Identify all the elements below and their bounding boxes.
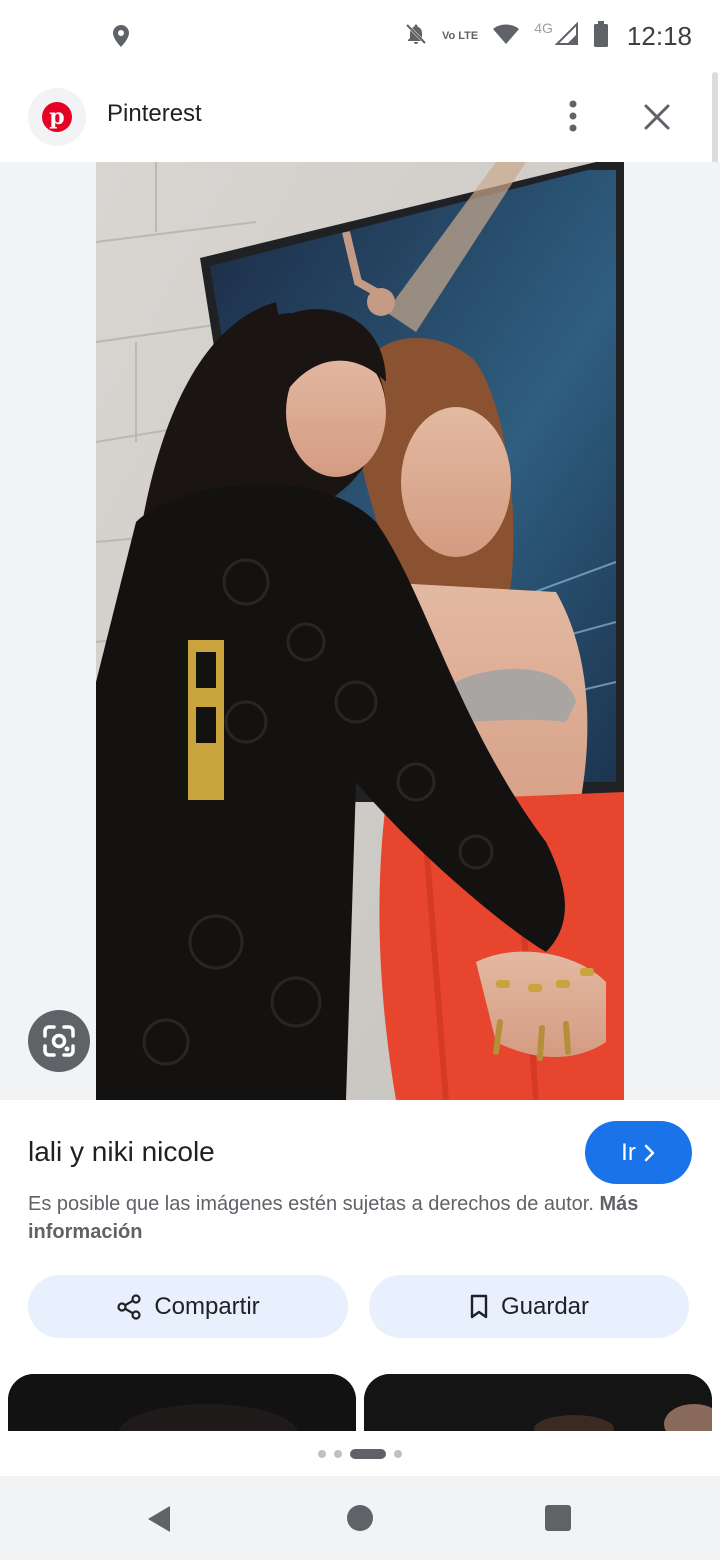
- save-label: Guardar: [500, 1292, 590, 1320]
- home-icon[interactable]: [347, 1505, 373, 1531]
- notifications-off-icon: [404, 22, 428, 51]
- google-lens-button[interactable]: [28, 1010, 90, 1072]
- related-image[interactable]: [8, 1374, 356, 1431]
- site-favicon[interactable]: p: [28, 88, 86, 146]
- site-name[interactable]: Pinterest: [107, 100, 202, 128]
- more-vertical-icon: [569, 100, 577, 132]
- status-bar: Vo LTE 4G 12:18: [0, 0, 720, 70]
- share-label: Compartir: [154, 1292, 260, 1320]
- share-icon: [117, 1293, 141, 1320]
- viewer-header: p Pinterest: [0, 70, 720, 162]
- pager-dot: [318, 1449, 326, 1458]
- battery-icon: [593, 20, 609, 52]
- pager-dot: [394, 1449, 402, 1458]
- visit-button[interactable]: Ir: [585, 1121, 692, 1184]
- visit-button-label: Ir: [621, 1138, 636, 1166]
- back-icon[interactable]: [146, 1504, 172, 1539]
- bookmark-icon: [470, 1294, 488, 1318]
- status-icons: Vo LTE 4G 12:18: [404, 20, 692, 52]
- pager-indicator: [0, 1431, 720, 1476]
- pager-dot-active: [350, 1448, 386, 1459]
- volte-indicator: Vo LTE: [441, 29, 479, 42]
- preview-photo[interactable]: [96, 162, 624, 1100]
- image-preview-area: [0, 162, 720, 1100]
- wifi-icon: [492, 22, 520, 51]
- related-image[interactable]: [364, 1374, 712, 1431]
- system-nav-bar: [0, 1476, 720, 1560]
- chevron-right-icon: [644, 1144, 655, 1161]
- signal-icon: [554, 21, 579, 51]
- share-button[interactable]: Compartir: [28, 1275, 348, 1338]
- google-lens-icon: [43, 1025, 75, 1057]
- network-type: 4G: [534, 20, 553, 36]
- copyright-text: Es posible que las imágenes estén sujeta…: [28, 1193, 594, 1215]
- save-button[interactable]: Guardar: [369, 1275, 689, 1338]
- close-icon: [644, 104, 670, 130]
- copyright-notice: Es posible que las imágenes estén sujeta…: [28, 1190, 692, 1246]
- more-options-button[interactable]: [556, 98, 590, 134]
- image-title: lali y niki nicole: [28, 1136, 215, 1167]
- pager-dot: [334, 1449, 342, 1458]
- clock: 12:18: [626, 20, 692, 51]
- location-icon: [110, 24, 132, 53]
- close-button[interactable]: [636, 96, 678, 138]
- pinterest-logo-icon: p: [42, 102, 72, 132]
- recent-apps-icon[interactable]: [545, 1505, 571, 1531]
